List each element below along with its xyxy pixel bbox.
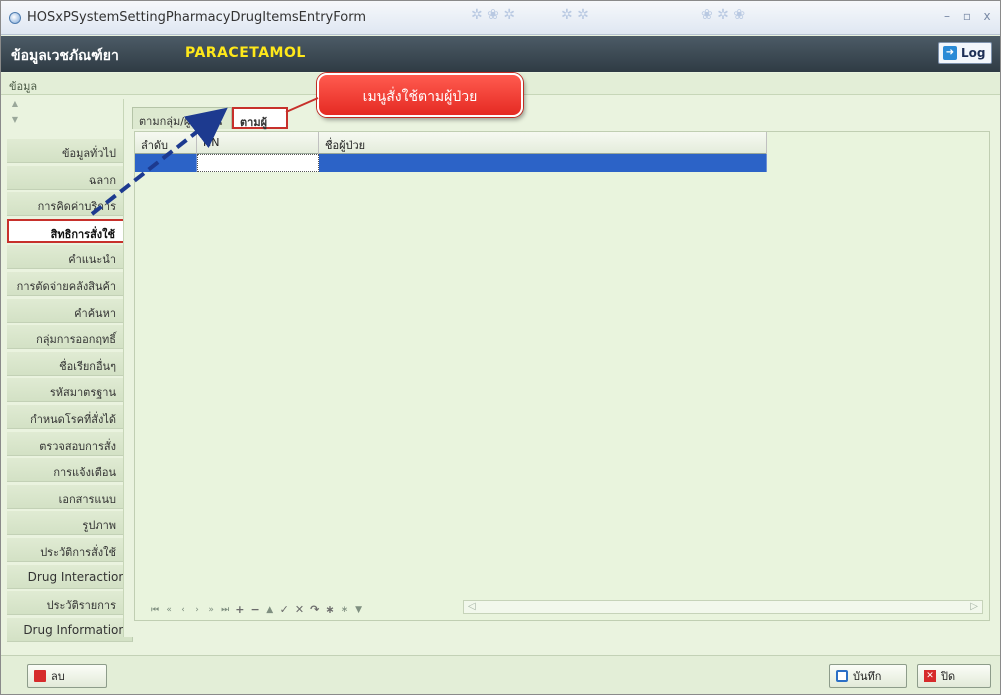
post-record-icon[interactable]: ✓	[280, 603, 289, 616]
app-icon	[9, 12, 21, 24]
log-icon: ➜	[943, 46, 957, 60]
sidebar-item[interactable]: ประวัติการสั่งใช้	[7, 538, 133, 562]
sidebar-item[interactable]: การตัดจ่ายคลังสินค้า	[7, 272, 133, 296]
scroll-down-icon[interactable]: ▼	[9, 115, 21, 127]
sidebar-item[interactable]: การคิดค่าบริการ	[7, 192, 133, 217]
prev-page-icon[interactable]: «	[165, 605, 173, 615]
cancel-record-icon[interactable]: ✕	[295, 603, 304, 616]
prev-record-icon[interactable]: ‹	[179, 605, 187, 615]
trash-icon	[34, 670, 46, 682]
sidebar-item[interactable]: ฉลาก	[7, 165, 133, 190]
column-header[interactable]: ชื่อผู้ป่วย	[319, 132, 767, 154]
refresh-icon[interactable]: ↷	[310, 603, 319, 616]
sidebar-item[interactable]: ข้อมูลทั่วไป	[7, 139, 133, 163]
title-decoration-icon: ✲ ❀ ✲	[471, 7, 516, 23]
tab-by-patient[interactable]: ตามผู้ป่วย	[232, 107, 288, 147]
save-icon	[836, 670, 848, 682]
grid-area: ลำดับ HN ชื่อผู้ป่วย ⏮ « ‹ › » ⏭ + − ▲ ✓…	[134, 131, 990, 621]
log-button[interactable]: ➜ Log	[938, 42, 992, 64]
column-header[interactable]: ลำดับ	[135, 132, 197, 154]
tab-by-group-user[interactable]: ตามกลุ่ม/ผู้ใช้งาน	[132, 107, 232, 129]
title-bar[interactable]: HOSxPSystemSettingPharmacyDrugItemsEntry…	[1, 1, 1000, 35]
sidebar-item[interactable]: กลุ่มการออกฤทธิ์	[7, 325, 133, 350]
close-window-icon[interactable]: x	[980, 9, 994, 23]
form-caption: ข้อมูลเวชภัณฑ์ยา	[11, 48, 119, 64]
goto-bookmark-icon[interactable]: ∗	[341, 605, 349, 615]
maximize-icon[interactable]: ▫	[960, 9, 974, 23]
close-label: ปิด	[941, 670, 956, 683]
patient-name-cell[interactable]	[319, 154, 767, 172]
form-header: ข้อมูลเวชภัณฑ์ยา PARACETAMOL ➜ Log	[1, 36, 1000, 72]
sidebar-item[interactable]: ตรวจสอบการสั่ง	[7, 431, 133, 456]
content-panel: ตามกลุ่ม/ผู้ใช้งาน ตามผู้ป่วย ลำดับ HN ช…	[123, 99, 995, 637]
sidebar-item[interactable]: ประวัติรายการ	[7, 591, 133, 616]
sidebar-item[interactable]: Drug Interaction	[7, 564, 133, 589]
grid-header: ลำดับ HN ชื่อผู้ป่วย	[135, 132, 767, 154]
sidebar-item[interactable]: กำหนดโรคที่สั่งได้	[7, 405, 133, 429]
minimize-icon[interactable]: –	[940, 9, 954, 23]
delete-record-icon[interactable]: −	[250, 603, 259, 616]
log-label: Log	[961, 46, 986, 60]
delete-label: ลบ	[51, 670, 65, 683]
sidebar: ▲ ▼ ข้อมูลทั่วไป ฉลาก การคิดค่าบริการ สิทธิ…	[7, 97, 133, 642]
sidebar-item[interactable]: เอกสารแนบ	[7, 484, 133, 509]
save-button[interactable]: บันทึก	[829, 664, 907, 688]
sidebar-item[interactable]: รูปภาพ	[7, 511, 133, 536]
close-button[interactable]: ✕ ปิด	[917, 664, 991, 688]
grid-navigator: ⏮ « ‹ › » ⏭ + − ▲ ✓ ✕ ↷ ∗ ∗ ▼	[151, 603, 363, 616]
window-title: HOSxPSystemSettingPharmacyDrugItemsEntry…	[27, 10, 366, 25]
sidebar-item[interactable]: คำค้นหา	[7, 298, 133, 323]
section-label: ข้อมูล	[9, 80, 38, 93]
sidebar-item[interactable]: ชื่อเรียกอื่นๆ	[7, 351, 133, 376]
close-icon: ✕	[924, 670, 936, 682]
sidebar-item[interactable]: คำแนะนำ	[7, 245, 133, 270]
save-label: บันทึก	[853, 670, 882, 683]
action-bar: ลบ บันทึก ✕ ปิด	[1, 655, 1000, 694]
table-row[interactable]	[135, 154, 767, 172]
filter-icon[interactable]: ▼	[355, 605, 363, 615]
next-page-icon[interactable]: »	[207, 605, 215, 615]
edit-record-icon[interactable]: ▲	[266, 605, 274, 615]
sidebar-item[interactable]: การแจ้งเตือน	[7, 458, 133, 483]
first-page-icon[interactable]: ⏮	[151, 605, 159, 615]
scroll-left-icon[interactable]: ◁	[468, 601, 476, 612]
column-header[interactable]: HN	[197, 132, 319, 154]
row-number-cell[interactable]	[135, 154, 197, 172]
scroll-right-icon[interactable]: ▷	[970, 601, 978, 612]
title-decoration-icon: ❀ ✲ ❀	[701, 7, 746, 23]
delete-button[interactable]: ลบ	[27, 664, 107, 688]
title-decoration-icon: ✲ ✲	[561, 7, 589, 23]
app-window: HOSxPSystemSettingPharmacyDrugItemsEntry…	[0, 0, 1001, 695]
last-page-icon[interactable]: ⏭	[221, 605, 229, 615]
hn-cell[interactable]	[197, 154, 319, 172]
bookmark-icon[interactable]: ∗	[325, 603, 334, 616]
scroll-up-icon[interactable]: ▲	[9, 99, 21, 111]
sidebar-item[interactable]: สิทธิการสั่งใช้	[7, 218, 133, 243]
drug-name: PARACETAMOL	[183, 43, 309, 63]
sidebar-item[interactable]: รหัสมาตรฐาน	[7, 378, 133, 403]
add-record-icon[interactable]: +	[235, 603, 244, 616]
window-controls: – ▫ x	[940, 9, 994, 23]
horizontal-scrollbar[interactable]: ◁ ▷	[463, 600, 983, 614]
annotation-callout: เมนูสั่งใช้ตามผู้ป่วย	[317, 73, 523, 117]
next-record-icon[interactable]: ›	[193, 605, 201, 615]
sidebar-item[interactable]: Drug Information	[7, 617, 133, 642]
